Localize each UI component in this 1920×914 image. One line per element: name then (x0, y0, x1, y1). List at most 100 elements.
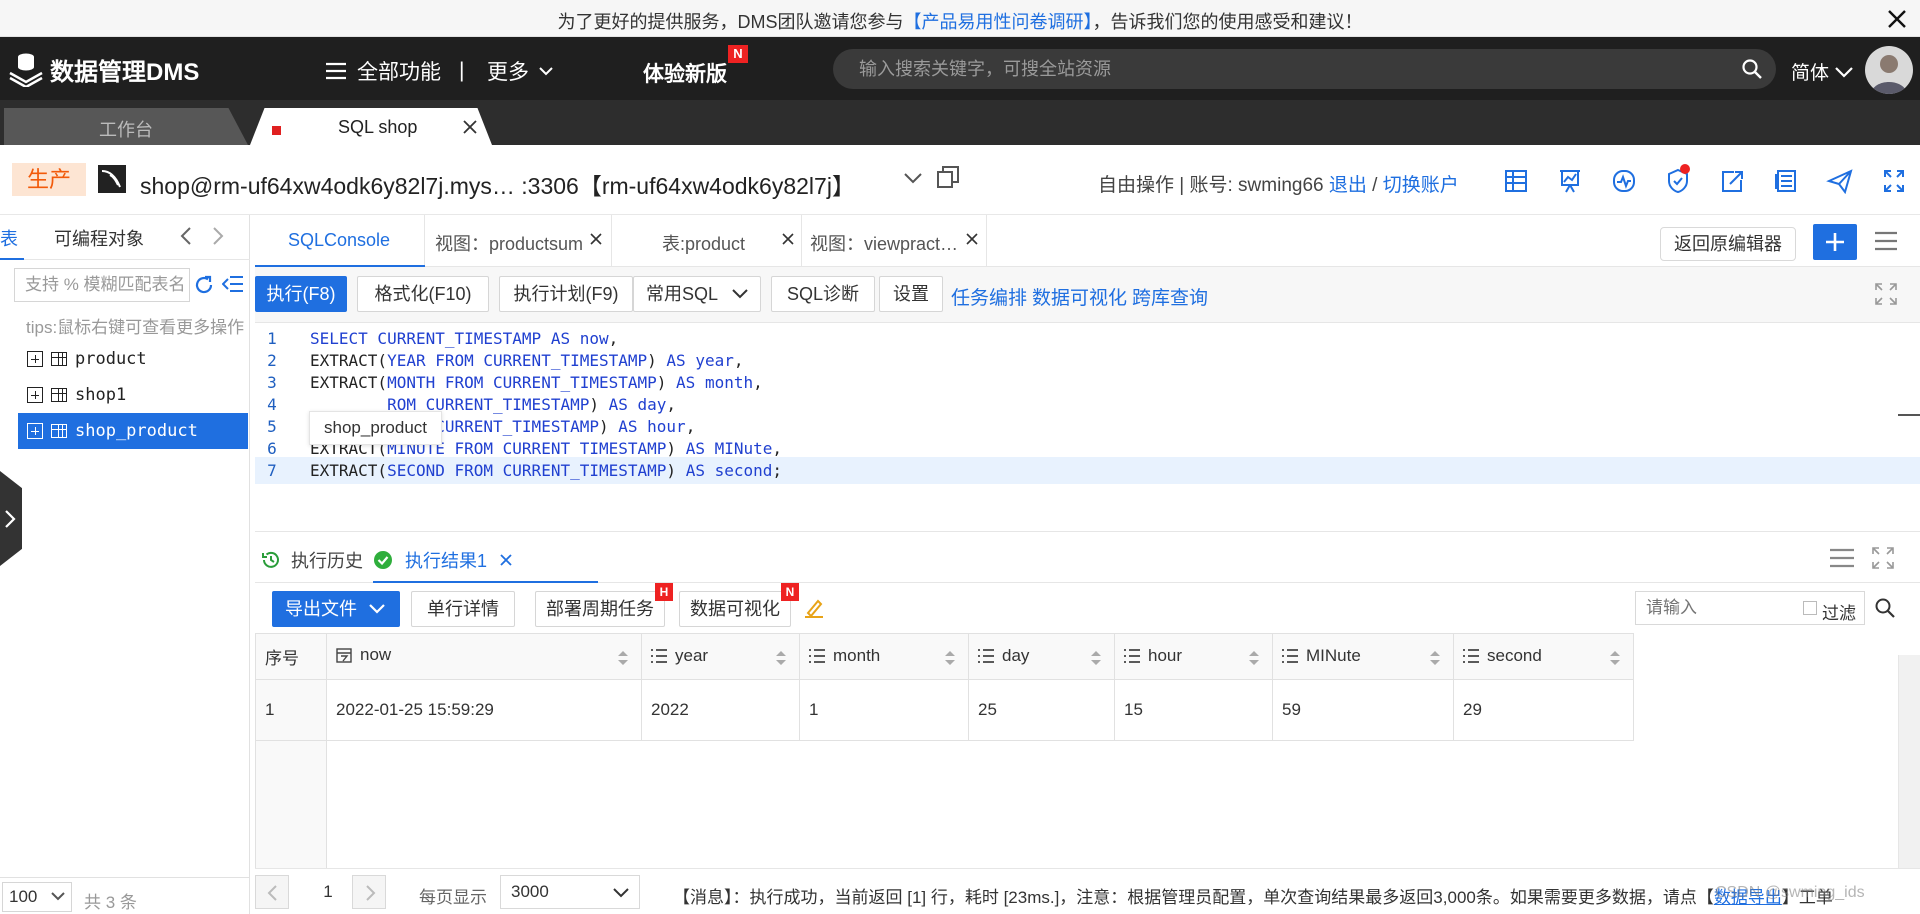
sort-icon[interactable] (1609, 650, 1621, 666)
data-visualization-button[interactable]: 数据可视化 (679, 591, 791, 627)
sort-icon[interactable] (1429, 650, 1441, 666)
chevron-right-icon[interactable] (212, 227, 224, 245)
database-instance[interactable]: shop@rm-uf64xw4odk6y82l7j.mys… :3306【rm-… (140, 167, 855, 201)
next-page-button[interactable] (352, 875, 386, 909)
document-icon[interactable] (1770, 168, 1802, 194)
sort-icon[interactable] (775, 650, 787, 666)
more-menu[interactable]: 更多 (487, 56, 553, 86)
close-icon[interactable] (1886, 8, 1908, 30)
collapse-list-icon[interactable] (222, 275, 244, 293)
close-tab-icon[interactable] (499, 553, 513, 567)
run-button[interactable]: 执行(F8) (255, 276, 347, 312)
cell-now[interactable]: 2022-01-25 15:59:29 (326, 678, 642, 742)
cross-db-query-link[interactable]: 跨库查询 (1132, 283, 1208, 310)
column-header-now[interactable]: now (326, 633, 642, 680)
cell-hour[interactable]: 15 (1114, 678, 1273, 742)
column-header-minute[interactable]: MINute (1272, 633, 1454, 680)
menu-icon[interactable] (1875, 231, 1897, 251)
tree-item-product[interactable]: product (18, 341, 248, 377)
table-search-input[interactable] (15, 269, 185, 301)
close-tab-icon[interactable] (966, 233, 978, 245)
search-icon[interactable] (1875, 598, 1895, 618)
search-icon[interactable] (1742, 59, 1762, 79)
tab-table-product[interactable]: 表:product (612, 215, 802, 267)
pencil-chart-icon[interactable] (803, 597, 825, 619)
format-button[interactable]: 格式化(F10) (357, 276, 489, 312)
tab-tables[interactable]: 表 (0, 225, 18, 251)
cell-day[interactable]: 25 (968, 678, 1115, 742)
chevron-down-icon[interactable] (904, 172, 922, 184)
row-detail-button[interactable]: 单行详情 (411, 591, 515, 627)
expand-icon[interactable] (1875, 283, 1897, 305)
tab-view-viewpractice[interactable]: 视图：viewpract… (802, 215, 987, 267)
task-orchestration-link[interactable]: 任务编排 (951, 283, 1027, 310)
close-tab-icon[interactable] (463, 120, 477, 134)
data-visualization-link[interactable]: 数据可视化 (1032, 283, 1127, 310)
logout-link[interactable]: 退出 (1329, 175, 1367, 196)
expand-icon[interactable] (27, 387, 43, 403)
page-size-select[interactable]: 100 (2, 882, 72, 912)
survey-link[interactable]: 【产品易用性问卷调研】 (904, 12, 1093, 32)
sql-diagnose-button[interactable]: SQL诊断 (771, 276, 875, 312)
tab-programmable-objects[interactable]: 可编程对象 (54, 225, 144, 251)
close-tab-icon[interactable] (782, 233, 794, 245)
cell-year[interactable]: 2022 (641, 678, 800, 742)
refresh-icon[interactable] (194, 275, 214, 295)
chevron-left-icon[interactable] (180, 227, 192, 245)
column-header-day[interactable]: day (968, 633, 1115, 680)
cell-second[interactable]: 29 (1453, 678, 1634, 742)
send-icon[interactable] (1824, 168, 1856, 194)
settings-button[interactable]: 设置 (879, 276, 943, 312)
filter-checkbox[interactable] (1803, 601, 1817, 615)
menu-icon[interactable] (1830, 547, 1854, 569)
deploy-task-button[interactable]: 部署周期任务 (535, 591, 665, 627)
cell-minute[interactable]: 59 (1272, 678, 1454, 742)
add-tab-button[interactable] (1813, 224, 1857, 260)
tree-item-shop-product[interactable]: shop_product (18, 413, 248, 449)
tab-result-1[interactable]: 执行结果1 (373, 547, 513, 573)
sort-icon[interactable] (617, 650, 629, 666)
copy-icon[interactable] (936, 165, 960, 189)
table-icon[interactable] (1500, 168, 1532, 194)
tab-sql-shop[interactable]: SQL shop (250, 108, 492, 145)
language-switch[interactable]: 简体 (1791, 58, 1853, 85)
brand[interactable]: 数据管理DMS (8, 51, 199, 87)
export-file-dropdown[interactable]: 导出文件 (272, 591, 400, 627)
table-row[interactable]: 1 2022-01-25 15:59:29 2022 1 25 15 59 29 (255, 678, 1901, 742)
fullscreen-icon[interactable] (1878, 168, 1910, 194)
tab-view-productsum[interactable]: 视图：productsum (425, 215, 612, 267)
monitor-icon[interactable] (1608, 168, 1640, 194)
execution-plan-button[interactable]: 执行计划(F9) (499, 276, 633, 312)
code-line[interactable]: 7 EXTRACT(SECOND FROM CURRENT_TIMESTAMP) … (255, 457, 1920, 484)
global-search-input[interactable] (833, 49, 1713, 89)
expand-icon[interactable] (27, 351, 43, 367)
filter-input[interactable] (1636, 592, 1796, 624)
sort-icon[interactable] (1248, 650, 1260, 666)
vertical-scrollbar[interactable] (1898, 655, 1920, 868)
export-icon[interactable] (1716, 168, 1748, 194)
tree-item-shop1[interactable]: shop1 (18, 377, 248, 413)
all-functions-menu[interactable]: 全部功能 | (325, 56, 464, 86)
chart-board-icon[interactable] (1554, 168, 1586, 194)
column-header-second[interactable]: second (1453, 633, 1634, 680)
tab-workbench[interactable]: 工作台 (4, 108, 248, 145)
prev-page-button[interactable] (255, 875, 289, 909)
expand-icon[interactable] (27, 423, 43, 439)
column-header-hour[interactable]: hour (1114, 633, 1273, 680)
per-page-select[interactable]: 3000 (500, 875, 640, 909)
column-header-year[interactable]: year (641, 633, 800, 680)
new-version-link[interactable]: 体验新版 (643, 58, 727, 88)
switch-account-link[interactable]: 切换账户 (1383, 175, 1459, 196)
sort-icon[interactable] (1090, 650, 1102, 666)
cell-month[interactable]: 1 (799, 678, 969, 742)
back-to-editor-button[interactable]: 返回原编辑器 (1660, 227, 1796, 261)
tab-sqlconsole[interactable]: SQLConsole (255, 215, 425, 267)
security-icon[interactable] (1662, 164, 1694, 194)
sql-editor[interactable]: 1 SELECT CURRENT_TIMESTAMP AS now, 2 EXTRAC… (255, 323, 1920, 528)
tab-execution-history[interactable]: 执行历史 (261, 547, 363, 573)
avatar[interactable] (1865, 46, 1913, 94)
close-tab-icon[interactable] (590, 233, 602, 245)
expand-icon[interactable] (1872, 547, 1894, 569)
sort-icon[interactable] (944, 650, 956, 666)
column-header-month[interactable]: month (799, 633, 969, 680)
